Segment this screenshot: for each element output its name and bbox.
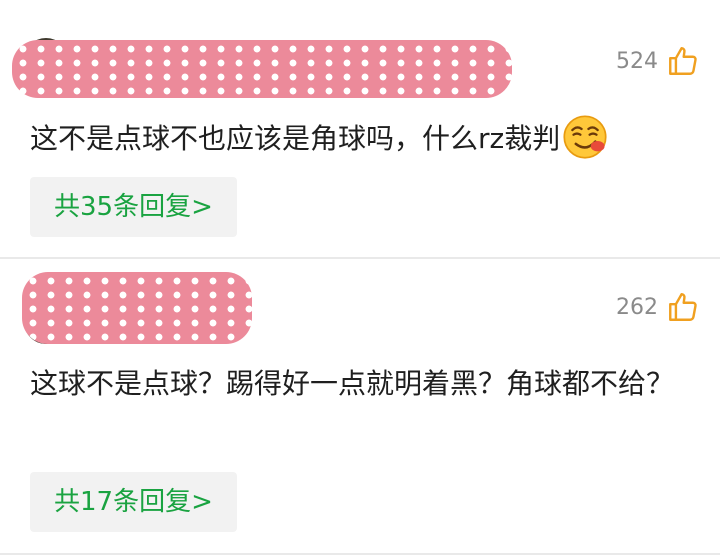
comment-text: 这球不是点球？踢得好一点就明着黑？角球都不给？ [30,367,675,400]
comment-item: 262 这球不是点球？踢得好一点就明着黑？角球都不给？ 共17条回复> [0,258,720,555]
comment-text-content: 这不是点球不也应该是角球吗，什么rz裁判 [30,122,561,155]
username-redacted[interactable] [22,272,252,344]
divider [0,553,720,555]
thumbs-up-icon[interactable] [666,44,700,78]
smirk-emoji [563,115,607,159]
username-redacted[interactable] [12,40,512,98]
like-count: 524 [616,48,658,74]
like-control[interactable]: 524 [616,44,700,78]
view-replies-button[interactable]: 共17条回复> [30,472,237,532]
comment-item: 524 这不是点球不也应该是角球吗，什么rz裁判 共35条回复> [0,0,720,258]
thumbs-up-icon[interactable] [666,290,700,324]
like-count: 262 [616,294,658,320]
comment-text: 这不是点球不也应该是角球吗，什么rz裁判 [30,114,702,163]
view-replies-button[interactable]: 共35条回复> [30,177,237,237]
like-control[interactable]: 262 [616,290,700,324]
